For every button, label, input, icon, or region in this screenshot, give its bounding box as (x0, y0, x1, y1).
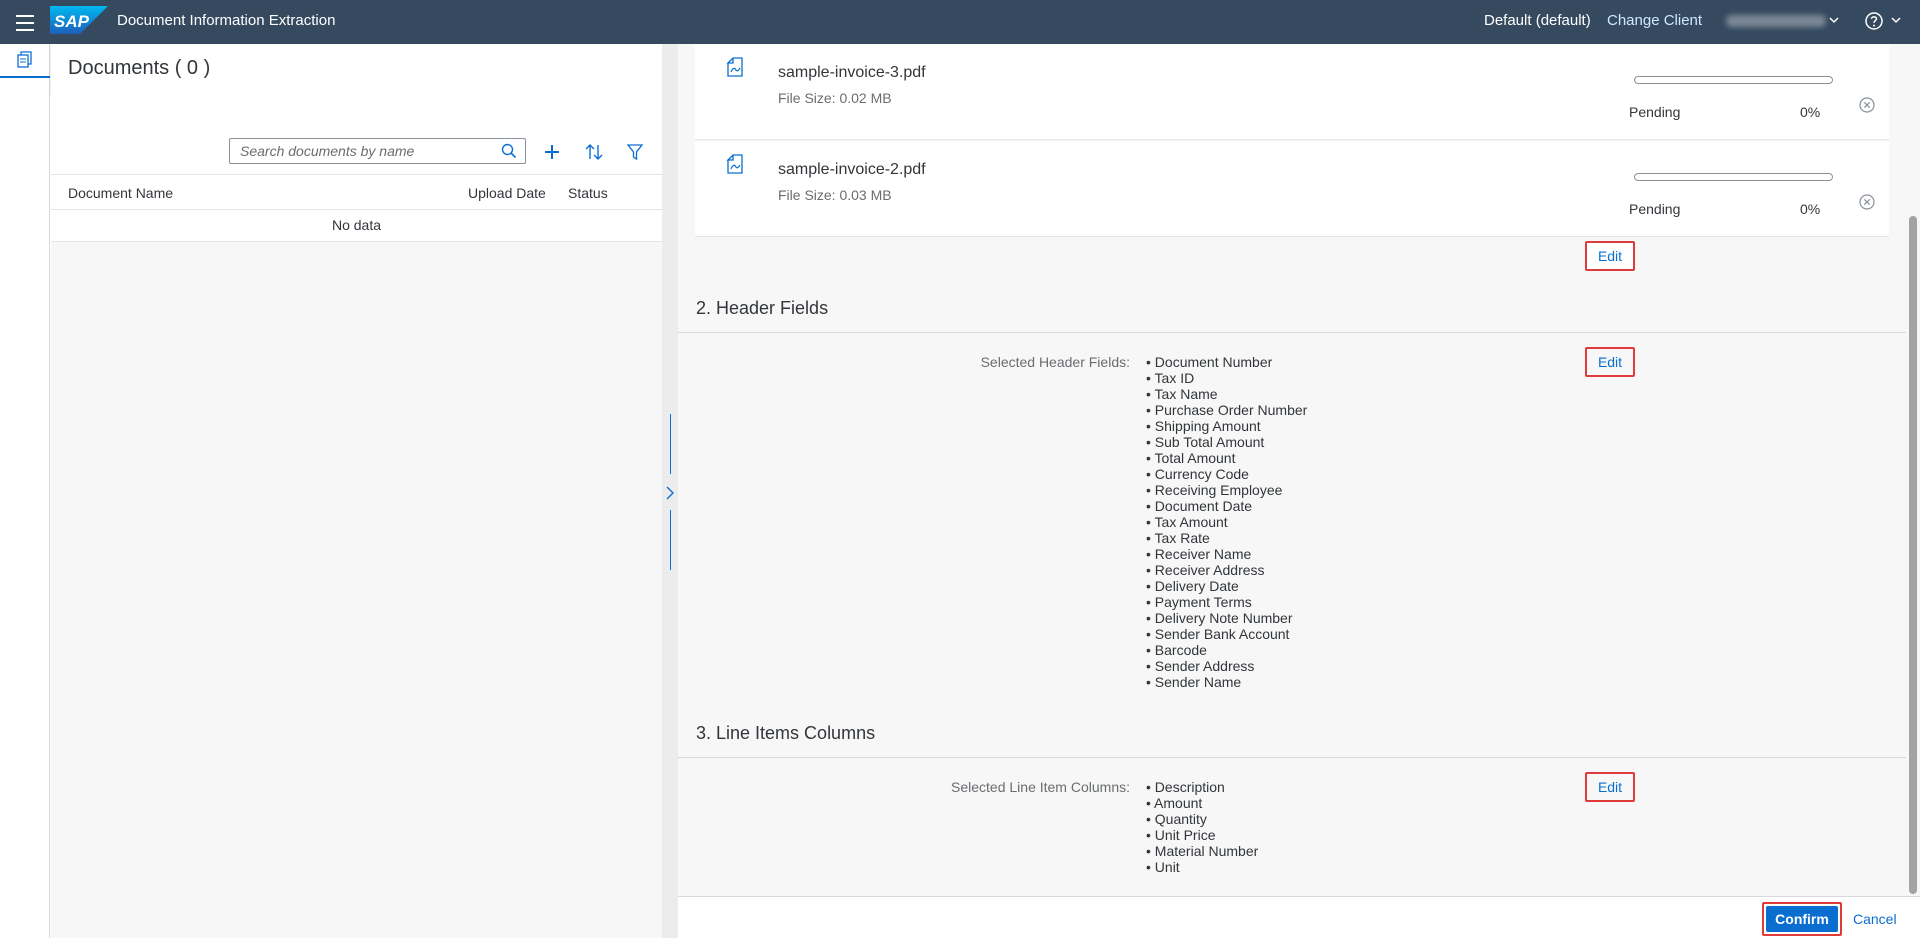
splitter-bar-top (670, 414, 671, 474)
field-item: Tax Name (1146, 386, 1307, 402)
sap-logo: SAP (50, 6, 108, 34)
column-document-name[interactable]: Document Name (68, 185, 173, 201)
menu-icon[interactable] (12, 10, 38, 34)
header-fields-title: 2. Header Fields (696, 298, 829, 318)
field-item: Tax Amount (1146, 514, 1307, 530)
file-item: sample-invoice-3.pdf File Size: 0.02 MB … (695, 44, 1889, 140)
upload-progress-bar (1634, 173, 1833, 181)
master-header: Documents ( 0 ) (51, 44, 662, 94)
field-item: Material Number (1146, 843, 1258, 859)
upload-progress-bar (1634, 76, 1833, 84)
upload-percent: 0% (1800, 104, 1821, 120)
documents-nav-tab[interactable] (0, 44, 50, 78)
field-item: Document Number (1146, 354, 1307, 370)
file-size: File Size: 0.02 MB (778, 90, 892, 106)
change-client-link[interactable]: Change Client (1607, 12, 1702, 29)
field-item: Total Amount (1146, 450, 1307, 466)
edit-documents-button[interactable]: Edit (1585, 241, 1635, 271)
field-item: Amount (1146, 795, 1258, 811)
sort-icon (585, 144, 603, 160)
field-item: Shipping Amount (1146, 418, 1307, 434)
field-item: Currency Code (1146, 466, 1307, 482)
footer-toolbar (678, 896, 1920, 938)
field-item: Barcode (1146, 642, 1307, 658)
pdf-file-icon (726, 154, 743, 174)
upload-percent: 0% (1800, 201, 1821, 217)
confirm-button[interactable]: Confirm (1766, 906, 1838, 932)
search-input[interactable] (230, 139, 480, 163)
sort-button[interactable] (580, 138, 608, 166)
field-item: Delivery Date (1146, 578, 1307, 594)
pane-splitter[interactable] (662, 44, 678, 938)
user-name-redacted[interactable] (1726, 15, 1826, 27)
section-divider (678, 757, 1906, 758)
column-status[interactable]: Status (568, 185, 608, 201)
field-item: Quantity (1146, 811, 1258, 827)
upload-status: Pending (1629, 104, 1681, 120)
documents-icon (17, 51, 32, 68)
section-divider (678, 332, 1906, 333)
column-upload-date[interactable]: Upload Date (468, 185, 546, 201)
field-item: Document Date (1146, 498, 1307, 514)
cancel-button[interactable]: Cancel (1853, 906, 1897, 932)
filter-icon (626, 144, 644, 161)
detail-scrollbar[interactable] (1906, 44, 1920, 896)
field-item: Receiver Address (1146, 562, 1307, 578)
line-items-label: Selected Line Item Columns: (951, 779, 1130, 795)
documents-table-header: Document Name Upload Date Status (51, 174, 662, 210)
remove-file-icon[interactable] (1858, 193, 1876, 211)
field-item: Receiver Name (1146, 546, 1307, 562)
upload-status: Pending (1629, 201, 1681, 217)
file-size: File Size: 0.03 MB (778, 187, 892, 203)
chevron-right-icon[interactable] (665, 481, 675, 505)
chevron-down-icon[interactable] (1828, 14, 1840, 26)
upload-review-pane: sample-invoice-3.pdf File Size: 0.02 MB … (678, 44, 1906, 896)
side-navigation (0, 44, 50, 938)
svg-text:SAP: SAP (54, 12, 90, 31)
file-name: sample-invoice-3.pdf (778, 64, 926, 81)
tenant-label: Default (default) (1484, 12, 1591, 29)
remove-file-icon[interactable] (1858, 96, 1876, 114)
field-item: Delivery Note Number (1146, 610, 1307, 626)
pdf-file-icon (726, 57, 743, 77)
field-item: Tax Rate (1146, 530, 1307, 546)
line-items-title: 3. Line Items Columns (696, 723, 876, 743)
field-item: Purchase Order Number (1146, 402, 1308, 418)
field-item: Sender Bank Account (1146, 626, 1307, 642)
documents-count-title: Documents ( 0 ) (68, 57, 211, 79)
add-document-button[interactable] (538, 138, 566, 166)
file-item: sample-invoice-2.pdf File Size: 0.03 MB … (695, 141, 1889, 237)
field-item: Description (1146, 779, 1258, 795)
app-title: Document Information Extraction (117, 12, 336, 29)
edit-line-items-button[interactable]: Edit (1585, 772, 1635, 802)
documents-master-pane: Documents ( 0 ) Document Name Upload Dat… (51, 44, 662, 938)
line-items-list: DescriptionAmountQuantityUnit PriceMater… (1146, 779, 1258, 875)
field-item: Tax ID (1146, 370, 1307, 386)
header-fields-list: Document NumberTax IDTax NamePurchase Or… (1146, 354, 1308, 690)
field-item: Sender Name (1146, 674, 1307, 690)
field-item: Unit Price (1146, 827, 1258, 843)
field-item: Receiving Employee (1146, 482, 1307, 498)
no-data-row: No data (51, 210, 662, 242)
search-field[interactable] (229, 138, 526, 164)
file-name: sample-invoice-2.pdf (778, 161, 926, 178)
field-item: Unit (1146, 859, 1258, 875)
help-icon[interactable] (1864, 11, 1884, 31)
shell-bar: SAP Document Information Extraction Defa… (0, 0, 1920, 44)
filter-button[interactable] (621, 138, 649, 166)
plus-icon (545, 145, 559, 159)
edit-header-fields-button[interactable]: Edit (1585, 347, 1635, 377)
field-item: Payment Terms (1146, 594, 1307, 610)
search-icon[interactable] (501, 143, 517, 159)
chevron-down-icon[interactable] (1890, 14, 1902, 26)
scrollbar-thumb[interactable] (1909, 216, 1917, 894)
field-item: Sub Total Amount (1146, 434, 1307, 450)
splitter-bar-bottom (670, 510, 671, 570)
field-item: Sender Address (1146, 658, 1307, 674)
header-fields-label: Selected Header Fields: (980, 354, 1130, 370)
